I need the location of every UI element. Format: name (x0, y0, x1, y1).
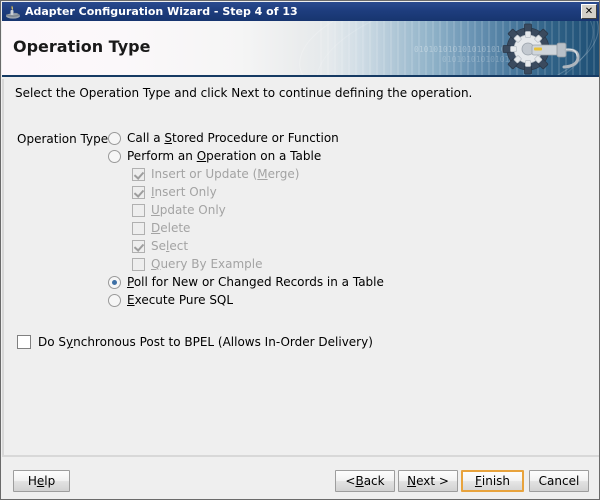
operation-options-group: Call a Stored Procedure or Function Perfo… (108, 129, 528, 309)
option-row-call-stored-procedure[interactable]: Call a Stored Procedure or Function (108, 129, 528, 147)
option-row-insert-or-update-merge: Insert or Update (Merge) (108, 165, 528, 183)
radio-call-stored-procedure[interactable] (108, 131, 121, 145)
option-label-execute-pure-sql: Execute Pure SQL (127, 293, 234, 307)
sync-post-row[interactable]: Do Synchronous Post to BPEL (Allows In-O… (17, 335, 373, 349)
option-label-call-stored-procedure: Call a Stored Procedure or Function (127, 131, 339, 145)
dialog-button-bar: He lp < Back Next > Finish Cancel (2, 455, 599, 499)
help-button[interactable]: He lp (13, 470, 70, 492)
checkbox-select (132, 239, 145, 253)
option-label-insert-only: Insert Only (151, 185, 217, 199)
lamp-icon (5, 4, 21, 20)
radio-execute-pure-sql[interactable] (108, 293, 121, 307)
option-row-query-by-example: Query By Example (108, 255, 528, 273)
option-label-insert-or-update-merge: Insert or Update (Merge) (151, 167, 300, 181)
close-button[interactable]: ✕ (581, 4, 597, 19)
checkbox-insert-or-update-merge (132, 167, 145, 181)
wizard-window: Adapter Configuration Wizard - Step 4 of… (0, 0, 600, 500)
back-button[interactable]: < Back (335, 470, 395, 492)
option-label-query-by-example: Query By Example (151, 257, 263, 271)
wizard-banner: 0101010101010101010101010101 01010101010… (2, 21, 599, 77)
option-row-select: Select (108, 237, 528, 255)
instruction-text: Select the Operation Type and click Next… (15, 86, 473, 100)
radio-perform-operation-on-table[interactable] (108, 149, 121, 163)
option-row-execute-pure-sql[interactable]: Execute Pure SQL (108, 291, 528, 309)
option-label-update-only: Update Only (151, 203, 226, 217)
option-row-perform-operation-on-table[interactable]: Perform an Operation on a Table (108, 147, 528, 165)
option-label-select: Select (151, 239, 189, 253)
option-label-perform-operation-on-table: Perform an Operation on a Table (127, 149, 322, 163)
radio-poll-for-new-or-changed-records[interactable] (108, 275, 121, 289)
checkbox-query-by-example (132, 257, 145, 271)
option-row-poll-for-new-or-changed-records[interactable]: Poll for New or Changed Records in a Tab… (108, 273, 528, 291)
cancel-button[interactable]: Cancel (529, 470, 589, 492)
title-bar: Adapter Configuration Wizard - Step 4 of… (2, 2, 599, 21)
checkbox-delete (132, 221, 145, 235)
page-title: Operation Type (13, 37, 151, 56)
option-label-delete: Delete (151, 221, 191, 235)
option-row-delete: Delete (108, 219, 528, 237)
checkbox-insert-only (132, 185, 145, 199)
option-label-poll-for-new-or-changed-records: Poll for New or Changed Records in a Tab… (127, 275, 384, 289)
option-row-insert-only: Insert Only (108, 183, 528, 201)
finish-button[interactable]: Finish (461, 470, 524, 492)
checkbox-do-synchronous-post[interactable] (17, 335, 31, 349)
operation-type-label: Operation Type: (17, 132, 113, 146)
option-row-update-only: Update Only (108, 201, 528, 219)
sync-post-label: Do Synchronous Post to BPEL (Allows In-O… (38, 335, 373, 349)
next-button[interactable]: Next > (398, 470, 458, 492)
content-panel: Select the Operation Type and click Next… (2, 79, 599, 455)
window-title: Adapter Configuration Wizard - Step 4 of… (25, 5, 298, 18)
gear-wrench-icon (494, 23, 594, 75)
checkbox-update-only (132, 203, 145, 217)
close-icon: ✕ (584, 5, 594, 17)
